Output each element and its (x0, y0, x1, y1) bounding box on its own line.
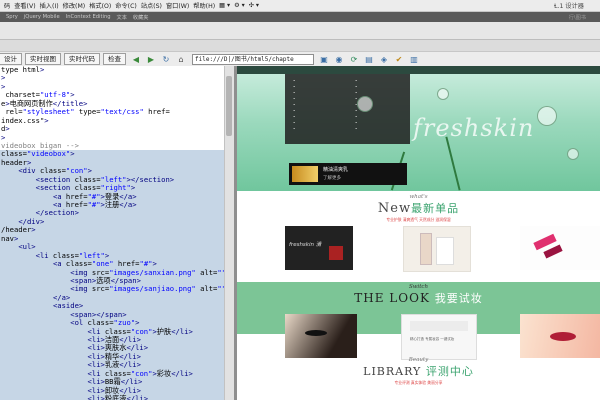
library-title: LIBRARY 评测中心 (237, 363, 600, 379)
menu-item-modify[interactable]: 修改(M) (63, 1, 86, 10)
layout-icon[interactable]: ▦ ▾ (219, 2, 230, 9)
new-title-en: New (377, 201, 412, 216)
product-card[interactable]: freshskin 清 (285, 226, 353, 270)
visual-aids-icon[interactable]: ◈ (379, 54, 389, 64)
library-title-cn: 评测中心 (425, 365, 474, 378)
scrollbar-thumb[interactable] (226, 76, 232, 136)
new-title: New最新单品 (237, 200, 600, 216)
tab-favorites[interactable]: 收藏夹 (133, 14, 149, 21)
category-dropdown[interactable]: ••••••••• ••••••••• (285, 74, 410, 144)
new-products-heading: what's New最新单品 专业护肤 清爽透气 天然成分 滋润保湿 (237, 194, 600, 223)
promo-card[interactable]: 精油清爽乳 了解更多 (289, 163, 407, 185)
look-title-cn: 我要试妆 (434, 292, 483, 305)
plant-stem (445, 136, 461, 191)
water-drop (437, 88, 449, 100)
look-card[interactable] (520, 314, 600, 358)
code-line[interactable]: /header> (0, 225, 224, 235)
code-editor[interactable]: type html> > > charset="utf-8"> e>电商网页制作</t… (0, 66, 224, 400)
new-description: 专业护肤 清爽透气 天然成分 滋润保湿 (386, 217, 451, 222)
code-line[interactable]: d> (0, 124, 224, 133)
menu-item-code[interactable]: 码 (4, 1, 10, 10)
library-description: 专业评测 真实体验 美丽分享 (394, 380, 443, 385)
promo-title: 精油清爽乳 (323, 167, 349, 173)
dropdown-column-left: • • • • • • • • • (293, 78, 296, 131)
code-line[interactable]: type html> (0, 66, 224, 74)
product-image (329, 246, 343, 260)
validate-icon[interactable]: ✔ (394, 54, 404, 64)
lipstick-image (550, 332, 576, 341)
code-scrollbar[interactable] (224, 66, 234, 400)
product-row: freshskin 清 (237, 226, 600, 276)
browser-compat-icon[interactable]: ▥ (409, 54, 419, 64)
menu-item-view[interactable]: 查看(V) (14, 1, 35, 10)
new-title-cn: 最新单品 (411, 202, 460, 215)
document-path: 行\图书 (568, 15, 586, 21)
menu-item-commands[interactable]: 命令(C) (115, 1, 137, 10)
tab-text[interactable]: 文本 (117, 14, 127, 21)
file-tab-bar (0, 22, 600, 40)
menu-item-help[interactable]: 帮助(H) (193, 1, 215, 10)
menu-bar: 码 查看(V) 插入(I) 修改(M) 格式(O) 命令(C) 站点(S) 窗口… (0, 0, 600, 12)
inspect-button[interactable]: 检查 (103, 53, 126, 65)
product-image (436, 237, 454, 265)
product-image (543, 244, 563, 259)
back-arrow-icon[interactable]: ◀ (131, 54, 141, 64)
view-options-icon[interactable]: ▤ (364, 54, 374, 64)
promo-link[interactable]: 了解更多 (323, 175, 341, 181)
home-icon[interactable]: ⌂ (176, 54, 186, 64)
product-card[interactable] (520, 226, 600, 270)
live-view-button[interactable]: 实时视图 (25, 53, 61, 65)
tab-incontext-editing[interactable]: InContext Editing (66, 14, 111, 20)
menu-item-format[interactable]: 格式(O) (89, 1, 111, 10)
eye-makeup-image (305, 330, 327, 336)
product-name: freshskin 清 (289, 242, 322, 248)
promo-image (292, 166, 318, 182)
look-card[interactable]: 精心打造 专属妆容 一键试妆 (401, 314, 477, 360)
tab-spry[interactable]: Spry (6, 14, 18, 20)
look-title: THE LOOK 我要试妆 (237, 290, 600, 306)
preview-browser-icon[interactable]: ◉ (334, 54, 344, 64)
design-view-button[interactable]: 设计 (0, 53, 22, 65)
address-field[interactable]: file:///D|/图书/html5/chapte (192, 53, 314, 65)
look-heading: Switch THE LOOK 我要试妆 (237, 284, 600, 306)
look-card[interactable] (285, 314, 357, 358)
workspace-label: Ɫ.1 设计器 (554, 3, 584, 10)
gear-icon[interactable]: ⚙ ▾ (234, 2, 245, 9)
code-line[interactable]: > (0, 74, 224, 82)
forward-arrow-icon[interactable]: ▶ (146, 54, 156, 64)
code-line[interactable]: class="videobox"> (0, 149, 224, 159)
hero-banner: ••••••••• ••••••••• freshskin 精油清爽乳 了解更多 (237, 66, 600, 191)
code-line[interactable]: index.css"> (0, 116, 224, 125)
design-view[interactable]: ••••••••• ••••••••• freshskin 精油清爽乳 了解更多… (237, 66, 600, 400)
menu-item-window[interactable]: 窗口(W) (166, 1, 189, 10)
tab-jquery-mobile[interactable]: jQuery Mobile (24, 14, 60, 20)
library-heading: Beauty LIBRARY 评测中心 专业评测 真实体验 美丽分享 (237, 357, 600, 386)
menu-item-site[interactable]: 站点(S) (141, 1, 162, 10)
insert-panel-tabs: Spry jQuery Mobile InContext Editing 文本 … (0, 12, 600, 22)
file-management-icon[interactable]: ▣ (319, 54, 329, 64)
brand-logo: freshskin (413, 114, 535, 142)
extension-icon[interactable]: ✣ ▾ (249, 2, 259, 9)
menu-item-insert[interactable]: 插入(I) (40, 1, 59, 10)
water-drop (357, 96, 373, 112)
product-card[interactable] (403, 226, 471, 272)
library-title-en: LIBRARY (363, 365, 422, 378)
water-drop (537, 106, 557, 126)
refresh-design-icon[interactable]: ⟳ (349, 54, 359, 64)
refresh-icon[interactable]: ↻ (161, 54, 171, 64)
top-strip (237, 66, 600, 74)
look-text: 精心打造 专属妆容 一键试妆 (410, 337, 455, 341)
product-image (420, 233, 432, 265)
live-code-button[interactable]: 实时代码 (64, 53, 100, 65)
look-thumbnail-strip (410, 321, 468, 331)
code-line[interactable]: <li>粉底液</li> (0, 394, 224, 400)
water-drop (567, 148, 579, 160)
document-toolbar: 设计 实时视图 实时代码 检查 ◀ ▶ ↻ ⌂ file:///D|/图书/ht… (0, 51, 600, 67)
look-title-en: THE LOOK (354, 291, 430, 305)
